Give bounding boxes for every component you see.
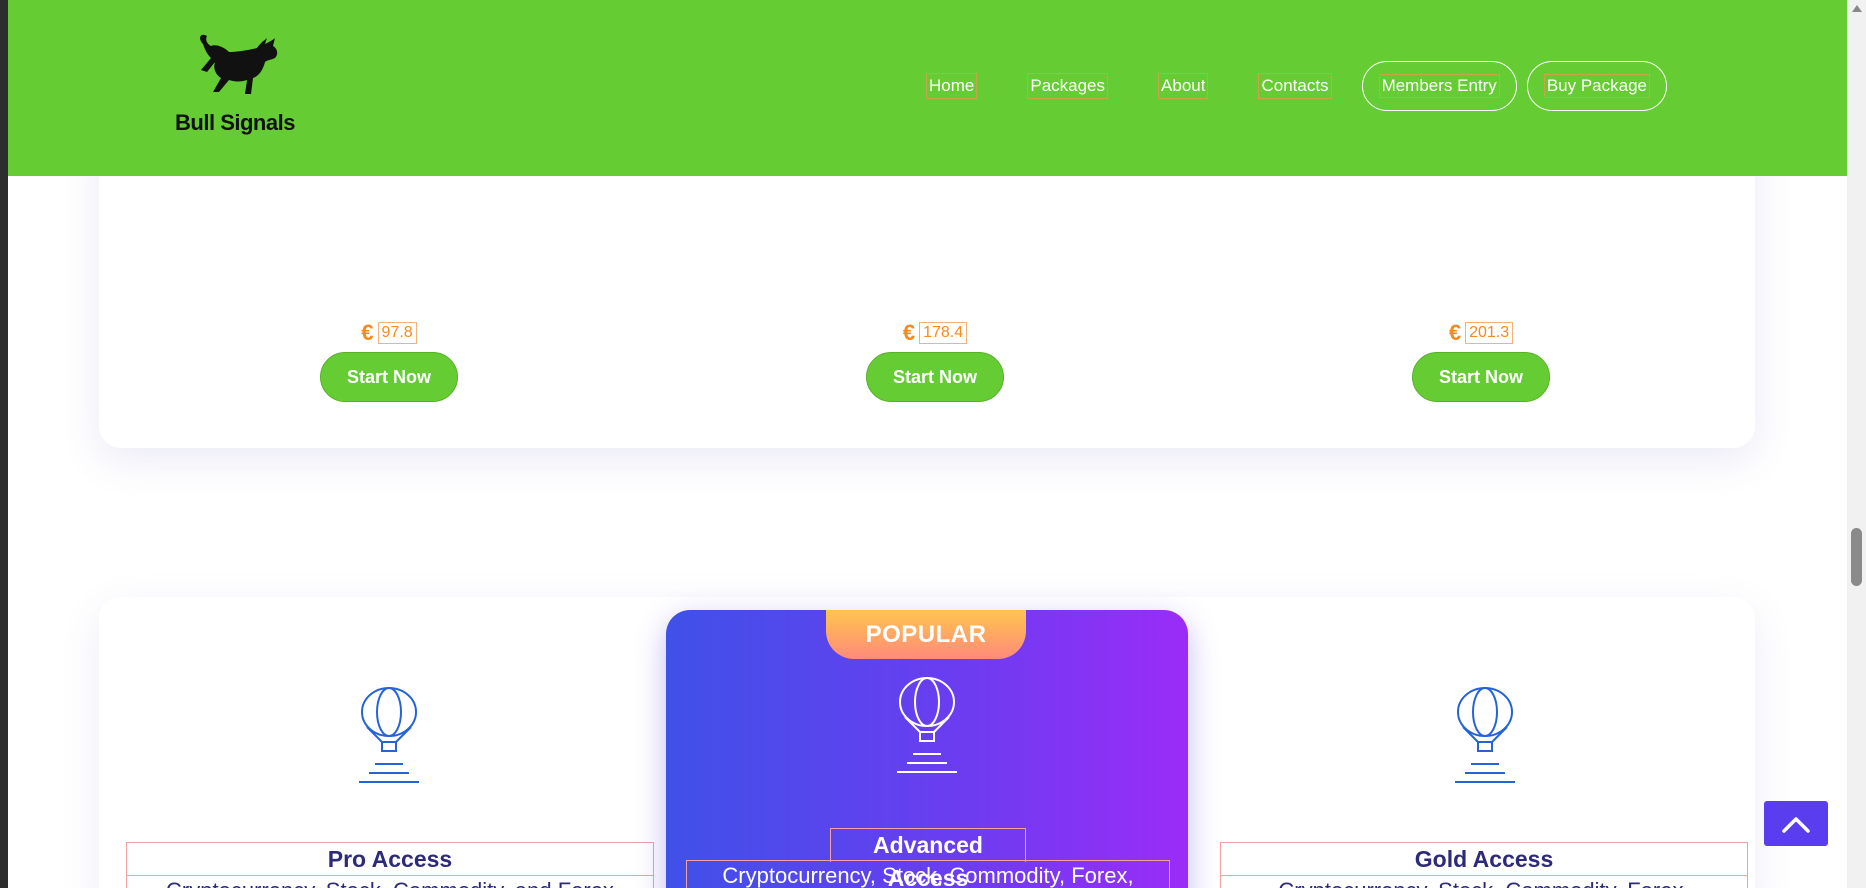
price: € 201.3 xyxy=(1448,320,1514,346)
scroll-up-arrow-icon[interactable] xyxy=(1852,5,1862,12)
plan-title: Advanced Access xyxy=(830,828,1026,888)
price-column-1: € 97.8 Start Now xyxy=(319,320,459,402)
hot-air-balloon-icon xyxy=(1455,687,1515,783)
start-now-button[interactable]: Start Now xyxy=(1412,352,1550,402)
members-entry-button[interactable]: Members Entry xyxy=(1361,61,1517,111)
plan-description: Cryptocurrency, Stock, Commodity, Forex, xyxy=(1220,875,1748,888)
brand-logo[interactable]: Bull Signals xyxy=(175,30,295,140)
vertical-scrollbar[interactable] xyxy=(1847,0,1866,888)
plan-title: Pro Access xyxy=(126,842,654,876)
price: € 97.8 xyxy=(361,320,417,346)
popular-plan-card: POPULAR Advanced Access Cryptocurrency, … xyxy=(666,610,1188,888)
start-now-button[interactable]: Start Now xyxy=(866,352,1004,402)
price-amount: 178.4 xyxy=(919,322,968,344)
buy-package-button[interactable]: Buy Package xyxy=(1526,61,1667,111)
window-left-edge xyxy=(0,0,8,888)
nav-packages[interactable]: Packages xyxy=(1027,73,1109,99)
plan-title: Gold Access xyxy=(1220,842,1748,876)
site-header: Bull Signals Home Packages About Contact… xyxy=(8,0,1847,176)
popular-badge: POPULAR xyxy=(826,610,1026,659)
brand-name: Bull Signals xyxy=(175,110,295,135)
nav-home[interactable]: Home xyxy=(926,73,978,99)
currency-symbol: € xyxy=(361,320,374,345)
hot-air-balloon-icon xyxy=(359,687,419,783)
scrollbar-thumb[interactable] xyxy=(1851,528,1862,586)
buy-package-label: Buy Package xyxy=(1543,74,1650,98)
plan-description: Cryptocurrency, Stock, Commodity, and Fo… xyxy=(126,875,654,888)
chevron-up-icon xyxy=(1782,816,1810,833)
nav-contacts[interactable]: Contacts xyxy=(1258,73,1332,99)
price-column-3: € 201.3 Start Now xyxy=(1411,320,1551,402)
page: Bull Signals Home Packages About Contact… xyxy=(8,0,1847,888)
hot-air-balloon-icon xyxy=(897,677,957,773)
start-now-button[interactable]: Start Now xyxy=(320,352,458,402)
price-column-2: € 178.4 Start Now xyxy=(865,320,1005,402)
currency-symbol: € xyxy=(902,320,916,345)
back-to-top-button[interactable] xyxy=(1764,801,1828,846)
main-nav: Home Packages About Contacts Members Ent… xyxy=(906,61,1667,111)
price-amount: 201.3 xyxy=(1465,322,1514,344)
bull-icon xyxy=(200,34,278,94)
plan-description: Cryptocurrency, Stock, Commodity, Forex, xyxy=(686,860,1170,888)
members-entry-label: Members Entry xyxy=(1378,74,1500,98)
nav-about[interactable]: About xyxy=(1158,73,1209,99)
price: € 178.4 xyxy=(902,320,968,346)
price-amount: 97.8 xyxy=(377,322,417,344)
currency-symbol: € xyxy=(1448,320,1462,345)
